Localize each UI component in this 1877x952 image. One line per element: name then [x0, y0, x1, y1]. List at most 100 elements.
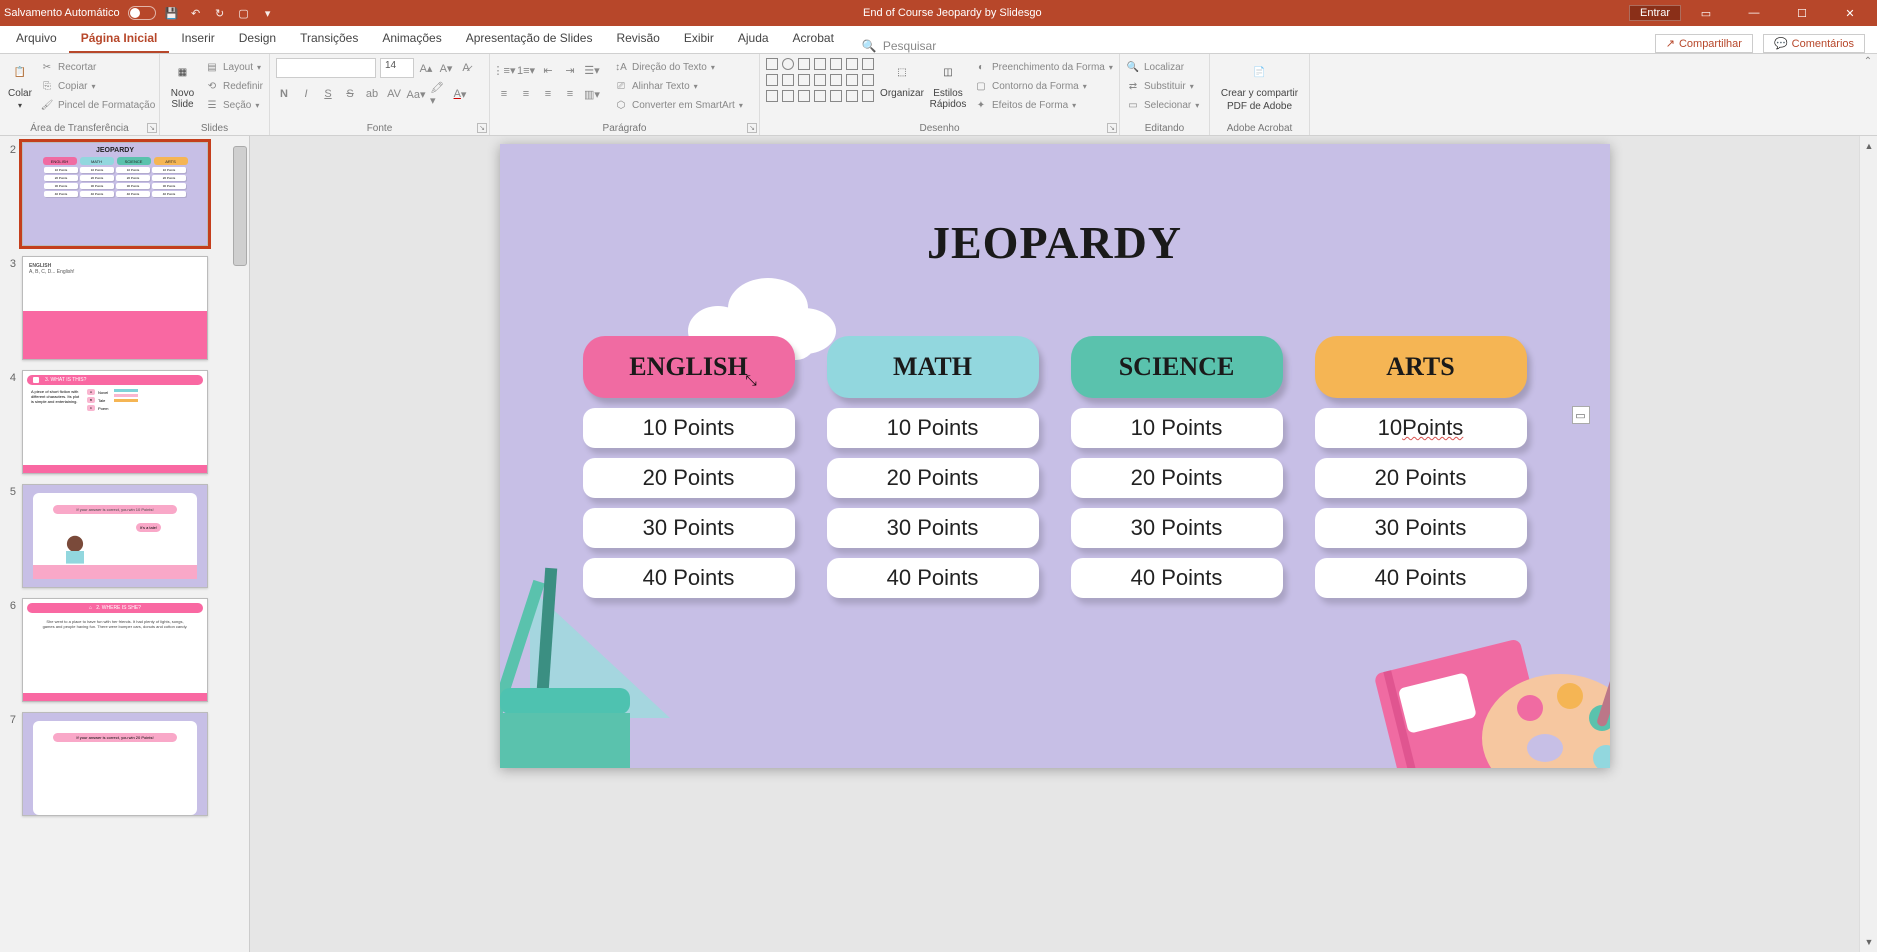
thumbnail[interactable]: ENGLISHA, B, C, D... English!	[22, 256, 208, 360]
bold-button[interactable]: N	[276, 86, 292, 102]
shape-gallery[interactable]	[766, 58, 876, 104]
reset-button[interactable]: ⟲Redefinir	[205, 77, 263, 95]
slideshow-icon[interactable]: ▢	[236, 5, 252, 21]
tab-revisão[interactable]: Revisão	[604, 25, 671, 53]
drawing-launcher[interactable]: ↘	[1107, 123, 1117, 133]
scroll-up-icon[interactable]: ▲	[1861, 138, 1877, 154]
smartart-button[interactable]: ⬡Converter em SmartArt▾	[614, 96, 743, 114]
indent-button[interactable]: ⇥	[562, 62, 578, 78]
format-painter-button[interactable]: 🖌Pincel de Formatação	[40, 96, 155, 114]
paragraph-launcher[interactable]: ↘	[747, 123, 757, 133]
points-cell[interactable]: 10 Points	[1071, 408, 1283, 448]
new-slide-button[interactable]: ▦ Novo Slide	[166, 58, 199, 110]
design-ideas-icon[interactable]: ▭	[1572, 406, 1590, 424]
shape-fill-button[interactable]: ◐Preenchimento da Forma▾	[974, 58, 1113, 76]
line-spacing-button[interactable]: ☰▾	[584, 62, 600, 78]
align-right-button[interactable]: ≡	[540, 86, 556, 102]
comments-button[interactable]: 💬Comentários	[1763, 34, 1865, 53]
justify-button[interactable]: ≡	[562, 86, 578, 102]
autosave-toggle[interactable]	[128, 6, 156, 20]
thumbnail[interactable]: JEOPARDYENGLISHMATHSCIENCEARTS10 Points1…	[22, 142, 208, 246]
share-button[interactable]: ↗Compartilhar	[1655, 34, 1753, 53]
bullets-button[interactable]: ⋮≡▾	[496, 62, 512, 78]
replace-button[interactable]: ⇄Substituir▾	[1126, 77, 1199, 95]
slide-canvas-area[interactable]: JEOPARDY ENGLISH 10 Points 20 Points 30 Poi…	[250, 136, 1859, 952]
undo-icon[interactable]: ↶	[188, 5, 204, 21]
category-arts[interactable]: ARTS	[1315, 336, 1527, 398]
tab-design[interactable]: Design	[227, 25, 288, 53]
points-cell[interactable]: 30 Points	[583, 508, 795, 548]
maximize-icon[interactable]: ☐	[1779, 0, 1825, 26]
sign-in-button[interactable]: Entrar	[1629, 5, 1681, 21]
points-cell[interactable]: 10 Points	[1315, 408, 1527, 448]
tab-animações[interactable]: Animações	[370, 25, 453, 53]
highlight-button[interactable]: 🖍▾	[430, 86, 446, 102]
slide-thumb-6[interactable]: 6⌂ 2. WHERE IS SHE?She went to a place t…	[2, 598, 243, 702]
category-math[interactable]: MATH	[827, 336, 1039, 398]
font-size-combo[interactable]: 14	[380, 58, 414, 78]
slide-thumb-7[interactable]: 7If your answer is correct, you win 20 P…	[2, 712, 243, 816]
italic-button[interactable]: I	[298, 86, 314, 102]
thumbnail[interactable]: If your answer is correct, you win 10 Po…	[22, 484, 208, 588]
font-color-button[interactable]: A▾	[452, 86, 468, 102]
redo-icon[interactable]: ↻	[212, 5, 228, 21]
save-icon[interactable]: 💾	[164, 5, 180, 21]
slide-thumb-4[interactable]: 43. WHAT IS THIS?A piece of short fictio…	[2, 370, 243, 474]
find-button[interactable]: 🔍Localizar	[1126, 58, 1199, 76]
minimize-icon[interactable]: —	[1731, 0, 1777, 26]
align-left-button[interactable]: ≡	[496, 86, 512, 102]
layout-button[interactable]: ▤Layout▾	[205, 58, 263, 76]
shape-outline-button[interactable]: ▢Contorno da Forma▾	[974, 77, 1113, 95]
cut-button[interactable]: ✂Recortar	[40, 58, 155, 76]
tab-arquivo[interactable]: Arquivo	[4, 25, 69, 53]
thumbnail[interactable]: 3. WHAT IS THIS?A piece of short fiction…	[22, 370, 208, 474]
thumbnail[interactable]: ⌂ 2. WHERE IS SHE?She went to a place to…	[22, 598, 208, 702]
tab-exibir[interactable]: Exibir	[672, 25, 726, 53]
font-launcher[interactable]: ↘	[477, 123, 487, 133]
outdent-button[interactable]: ⇤	[540, 62, 556, 78]
strike-button[interactable]: S	[342, 86, 358, 102]
qat-more-icon[interactable]: ▾	[260, 5, 276, 21]
columns-button[interactable]: ▥▾	[584, 86, 600, 102]
slide-canvas[interactable]: JEOPARDY ENGLISH 10 Points 20 Points 30 Poi…	[500, 144, 1610, 768]
ribbon-display-icon[interactable]: ▭	[1683, 0, 1729, 26]
tell-me-search[interactable]: 🔍 Pesquisar	[862, 39, 936, 53]
clipboard-launcher[interactable]: ↘	[147, 123, 157, 133]
shadow-button[interactable]: ab	[364, 86, 380, 102]
category-science[interactable]: SCIENCE	[1071, 336, 1283, 398]
points-cell[interactable]: 20 Points	[1071, 458, 1283, 498]
align-center-button[interactable]: ≡	[518, 86, 534, 102]
tab-apresentação-de-slides[interactable]: Apresentação de Slides	[454, 25, 605, 53]
points-cell[interactable]: 10 Points	[827, 408, 1039, 448]
thumbnail-scrollbar[interactable]	[233, 146, 247, 266]
slide-thumb-2[interactable]: 2JEOPARDYENGLISHMATHSCIENCEARTS10 Points…	[2, 142, 243, 246]
section-button[interactable]: ☰Seção▾	[205, 96, 263, 114]
shape-effects-button[interactable]: ✦Efeitos de Forma▾	[974, 96, 1113, 114]
points-cell[interactable]: 30 Points	[1071, 508, 1283, 548]
paste-button[interactable]: 📋 Colar ▾	[6, 58, 34, 110]
close-icon[interactable]: ✕	[1827, 0, 1873, 26]
slide-thumbnails-panel[interactable]: 2JEOPARDYENGLISHMATHSCIENCEARTS10 Points…	[0, 136, 250, 952]
clear-format-icon[interactable]: A̷	[458, 60, 474, 76]
scroll-down-icon[interactable]: ▼	[1861, 934, 1877, 950]
points-cell[interactable]: 20 Points	[827, 458, 1039, 498]
select-button[interactable]: ▭Selecionar▾	[1126, 96, 1199, 114]
slide-thumb-5[interactable]: 5If your answer is correct, you win 10 P…	[2, 484, 243, 588]
text-direction-button[interactable]: ↕ADireção do Texto▾	[614, 58, 743, 76]
copy-button[interactable]: ⎘Copiar▾	[40, 77, 155, 95]
points-cell[interactable]: 20 Points	[583, 458, 795, 498]
spacing-button[interactable]: AV	[386, 86, 402, 102]
points-cell[interactable]: 40 Points	[1071, 558, 1283, 598]
arrange-button[interactable]: ⬚Organizar	[882, 58, 922, 99]
case-button[interactable]: Aa▾	[408, 86, 424, 102]
increase-font-icon[interactable]: A▴	[418, 60, 434, 76]
category-english[interactable]: ENGLISH	[583, 336, 795, 398]
points-cell[interactable]: 30 Points	[1315, 508, 1527, 548]
points-cell[interactable]: 30 Points	[827, 508, 1039, 548]
tab-página-inicial[interactable]: Página Inicial	[69, 25, 170, 53]
underline-button[interactable]: S	[320, 86, 336, 102]
tab-transições[interactable]: Transições	[288, 25, 370, 53]
decrease-font-icon[interactable]: A▾	[438, 60, 454, 76]
slide-title[interactable]: JEOPARDY	[500, 144, 1610, 269]
points-cell[interactable]: 20 Points	[1315, 458, 1527, 498]
